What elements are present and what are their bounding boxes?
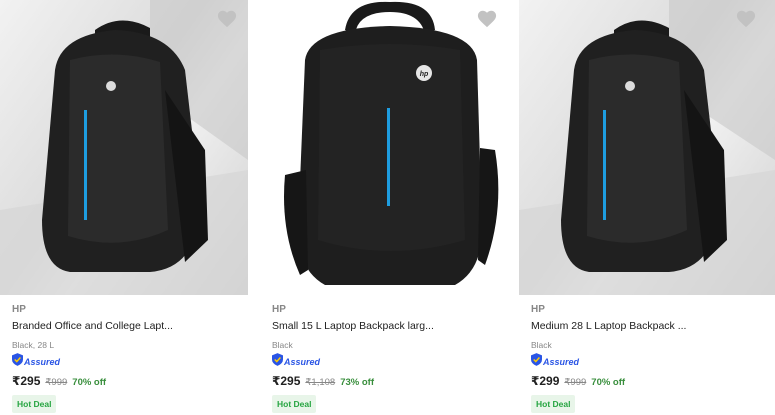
product-title[interactable]: Branded Office and College Lapt... [12, 320, 240, 333]
wishlist-button[interactable] [476, 8, 498, 28]
assured-label: Assured [284, 357, 321, 367]
product-info: HP Small 15 L Laptop Backpack larg... Bl… [272, 303, 511, 413]
product-image[interactable] [519, 0, 775, 295]
discount-percent: 70% off [591, 377, 626, 388]
shield-icon [12, 353, 23, 371]
product-info: HP Medium 28 L Laptop Backpack ... Black… [531, 303, 767, 413]
price-row: ₹299 ₹999 70% off [531, 374, 767, 388]
product-title[interactable]: Medium 28 L Laptop Backpack ... [531, 320, 767, 333]
product-variant: Black, 28 L [12, 340, 55, 350]
assured-label: Assured [543, 357, 580, 367]
product-card[interactable]: hp HP Small 15 L Laptop Backpack larg...… [260, 0, 519, 415]
heart-icon [216, 8, 238, 28]
discount-percent: 70% off [72, 377, 107, 388]
product-card[interactable]: HP Medium 28 L Laptop Backpack ... Black… [519, 0, 775, 415]
original-price: ₹999 [45, 377, 68, 388]
product-variant: Black [272, 340, 293, 350]
product-image[interactable]: hp [260, 0, 519, 295]
selling-price: ₹295 [12, 374, 41, 388]
wishlist-button[interactable] [735, 8, 757, 28]
heart-icon [476, 8, 498, 28]
svg-text:hp: hp [420, 71, 429, 78]
assured-badge: Assured [531, 353, 767, 371]
product-image[interactable] [0, 0, 248, 295]
shield-icon [272, 353, 283, 371]
assured-badge: Assured [12, 353, 240, 371]
discount-percent: 73% off [340, 377, 374, 388]
product-variant: Black [531, 340, 552, 350]
assured-label: Assured [24, 357, 61, 367]
product-info: HP Branded Office and College Lapt... Bl… [12, 303, 240, 413]
original-price: ₹1,108 [305, 377, 336, 388]
assured-badge: Assured [272, 353, 511, 371]
product-brand: HP [531, 304, 545, 315]
selling-price: ₹295 [272, 374, 301, 388]
product-title[interactable]: Small 15 L Laptop Backpack larg... [272, 320, 511, 333]
product-brand: HP [272, 304, 286, 315]
hot-deal-badge: Hot Deal [531, 395, 576, 413]
price-row: ₹295 ₹999 70% off [12, 374, 240, 388]
product-card[interactable]: HP Branded Office and College Lapt... Bl… [0, 0, 248, 415]
hot-deal-badge: Hot Deal [272, 395, 317, 413]
wishlist-button[interactable] [216, 8, 238, 28]
selling-price: ₹299 [531, 374, 560, 388]
product-brand: HP [12, 304, 26, 315]
product-grid: HP Branded Office and College Lapt... Bl… [0, 0, 775, 415]
shield-icon [531, 353, 542, 371]
heart-icon [735, 8, 757, 28]
price-row: ₹295 ₹1,108 73% off [272, 374, 511, 388]
hot-deal-badge: Hot Deal [12, 395, 57, 413]
original-price: ₹999 [564, 377, 587, 388]
